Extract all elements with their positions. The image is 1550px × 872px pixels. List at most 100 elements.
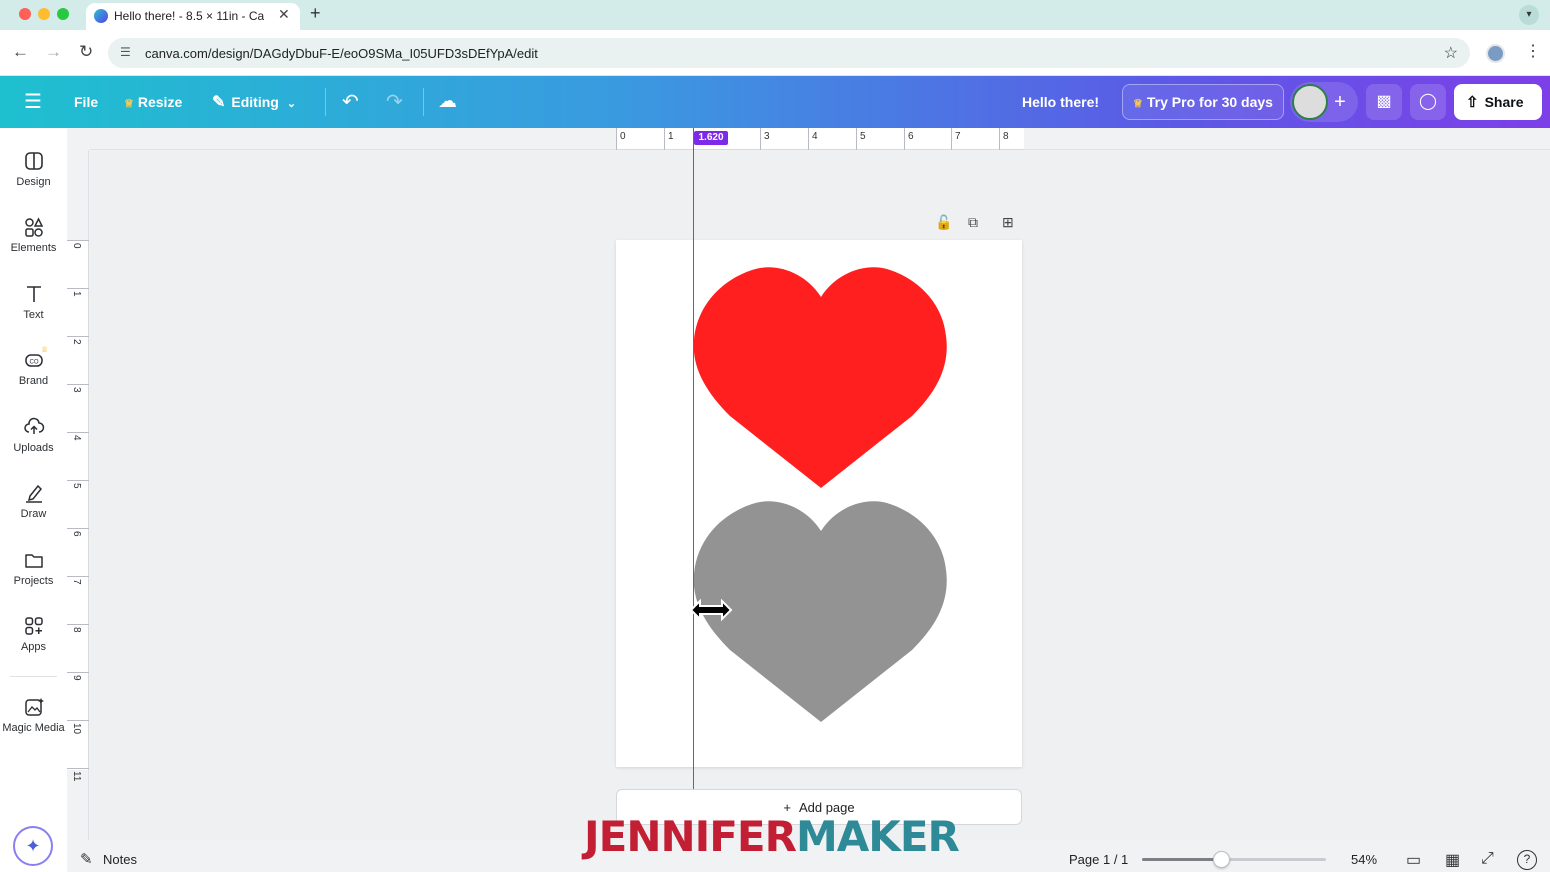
browser-tab[interactable]: Hello there! - 8.5 × 11in - Can ✕ xyxy=(86,3,300,30)
ruler-number: 0 xyxy=(71,243,82,249)
tab-close-icon[interactable]: ✕ xyxy=(278,6,290,23)
maximize-window-button[interactable] xyxy=(57,8,69,20)
redo-icon[interactable]: ↷ xyxy=(386,76,403,128)
help-icon[interactable]: ? xyxy=(1517,850,1537,870)
magic-media-icon xyxy=(24,698,44,716)
zoom-slider-track[interactable] xyxy=(1142,858,1326,861)
ruler-number: 7 xyxy=(71,579,82,585)
back-arrow-icon[interactable]: ← xyxy=(12,42,29,62)
fullscreen-icon[interactable]: ⤢ xyxy=(1481,850,1494,868)
sidebar-label: Brand xyxy=(18,375,49,387)
ruler-number: 0 xyxy=(620,131,626,142)
watermark-part1: JENNIFER xyxy=(584,812,797,861)
zoom-level[interactable]: 54% xyxy=(1351,852,1377,867)
tab-search-chevron-icon[interactable]: ▾ xyxy=(1519,5,1539,25)
page-indicator[interactable]: Page 1 / 1 xyxy=(1069,852,1128,867)
ruler-number: 1 xyxy=(71,291,82,297)
magic-assistant-sparkle-icon[interactable]: ✦ xyxy=(13,826,53,866)
url-field[interactable]: ☰ canva.com/design/DAGdyDbuF-E/eoO9SMa_I… xyxy=(108,38,1470,68)
sidebar-item-apps[interactable]: Apps xyxy=(0,615,67,675)
crown-icon: ♕ xyxy=(1133,98,1143,110)
ruler-position-badge: 1.620 xyxy=(694,131,728,145)
ruler-number: 4 xyxy=(812,131,818,142)
ruler-number: 4 xyxy=(71,435,82,441)
browser-profile-avatar[interactable] xyxy=(1486,44,1505,63)
ruler-number: 8 xyxy=(71,627,82,633)
crown-icon: ♕ xyxy=(41,345,49,354)
browser-menu-icon[interactable]: ⋮ xyxy=(1525,41,1541,61)
notes-icon[interactable]: ✎ xyxy=(80,850,93,868)
sidebar-label: Uploads xyxy=(13,442,54,454)
pencil-icon: ✎ xyxy=(212,94,226,111)
resize-button[interactable]: ♕ Resize xyxy=(124,76,182,128)
alignment-guide-line xyxy=(693,128,694,821)
main-menu-icon[interactable]: ☰ xyxy=(24,76,42,128)
site-info-icon[interactable]: ☰ xyxy=(120,45,131,59)
file-menu[interactable]: File xyxy=(74,76,98,128)
folder-icon xyxy=(24,554,43,568)
browser-tab-bar: Hello there! - 8.5 × 11in - Can ✕ + ▾ xyxy=(0,0,1550,30)
editing-mode-button[interactable]: ✎ Editing ⌄ xyxy=(212,76,296,128)
reload-icon[interactable]: ↻ xyxy=(79,42,93,62)
lock-page-icon[interactable]: 🔓 xyxy=(935,214,952,231)
sidebar-label: Text xyxy=(23,309,44,321)
jennifermaker-watermark: JENNIFERMAKER xyxy=(584,812,960,861)
cloud-saved-icon[interactable]: ☁ xyxy=(438,76,457,128)
sidebar-label: Magic Media xyxy=(2,722,65,734)
insights-chart-icon[interactable]: ▩ xyxy=(1366,84,1402,120)
ruler-number: 9 xyxy=(71,675,82,681)
watermark-part2: MAKER xyxy=(795,812,960,861)
sidebar-item-text[interactable]: Text xyxy=(0,283,67,343)
design-page[interactable] xyxy=(616,240,1022,767)
share-upload-icon: ⇧ xyxy=(1466,94,1479,111)
undo-icon[interactable]: ↶ xyxy=(342,76,359,128)
ruler-number: 5 xyxy=(71,483,82,489)
notes-button[interactable]: Notes xyxy=(103,852,137,867)
chevron-down-icon: ⌄ xyxy=(286,98,297,110)
apps-grid-icon xyxy=(24,617,43,635)
sidebar-label: Draw xyxy=(20,508,47,520)
close-window-button[interactable] xyxy=(19,8,31,20)
sidebar-item-elements[interactable]: Elements xyxy=(0,216,67,276)
sidebar-item-brand[interactable]: ♕ CO Brand xyxy=(0,345,67,409)
sidebar-label: Elements xyxy=(10,242,57,254)
new-tab-button[interactable]: + xyxy=(310,3,321,24)
sidebar-item-draw[interactable]: Draw xyxy=(0,482,67,542)
comments-icon[interactable]: ◯ xyxy=(1410,84,1446,120)
ruler-number: 5 xyxy=(860,131,866,142)
ruler-number: 3 xyxy=(764,131,770,142)
shapes-icon xyxy=(24,217,43,237)
try-pro-button[interactable]: ♕ Try Pro for 30 days xyxy=(1122,84,1284,120)
page-view-icon[interactable]: ▭ xyxy=(1406,850,1421,870)
duplicate-page-icon[interactable]: ⧉ xyxy=(968,214,978,231)
ruler-number: 11 xyxy=(71,771,82,782)
ruler-number: 2 xyxy=(71,339,82,345)
ruler-number: 7 xyxy=(955,131,961,142)
sidebar-item-projects[interactable]: Projects xyxy=(0,549,67,609)
minimize-window-button[interactable] xyxy=(38,8,50,20)
zoom-slider-knob[interactable] xyxy=(1213,851,1231,868)
ruler-number: 6 xyxy=(908,131,914,142)
draw-pen-icon xyxy=(25,484,42,503)
sidebar-item-design[interactable]: Design xyxy=(0,150,67,210)
design-layout-icon xyxy=(24,152,43,170)
text-t-icon xyxy=(26,286,41,302)
forward-arrow-icon[interactable]: → xyxy=(45,42,62,62)
add-collaborator-icon[interactable]: + xyxy=(1322,84,1358,120)
zoom-slider-fill xyxy=(1142,858,1222,861)
bookmark-star-icon[interactable]: ☆ xyxy=(1444,43,1458,63)
grid-view-icon[interactable]: ▦ xyxy=(1445,850,1460,870)
add-page-icon[interactable]: ⊞ xyxy=(1002,214,1014,231)
share-button[interactable]: ⇧ Share xyxy=(1454,84,1542,120)
canva-favicon-icon xyxy=(94,9,108,23)
cloud-upload-icon xyxy=(23,417,44,434)
ruler-number: 10 xyxy=(71,723,82,735)
sidebar-item-magic-media[interactable]: Magic Media xyxy=(0,696,67,756)
sidebar-item-uploads[interactable]: Uploads xyxy=(0,416,67,476)
svg-text:CO: CO xyxy=(29,360,38,366)
sidebar-label: Apps xyxy=(20,641,47,653)
resize-cursor-icon xyxy=(689,598,733,622)
vertical-ruler-page-strip xyxy=(67,240,89,770)
ruler-number: 6 xyxy=(71,531,82,537)
document-title[interactable]: Hello there! xyxy=(1022,76,1099,128)
